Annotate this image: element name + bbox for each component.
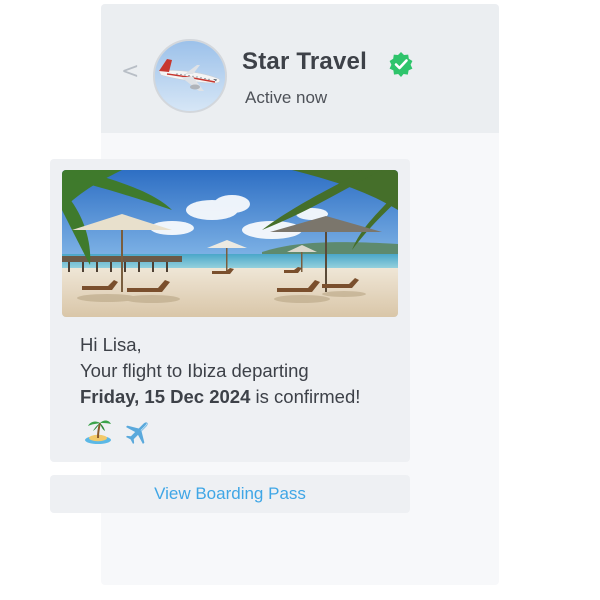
view-boarding-pass-button[interactable]: View Boarding Pass — [50, 475, 410, 513]
island-emoji-icon — [85, 420, 111, 444]
beach-photo[interactable] — [62, 170, 398, 317]
airplane-emoji-icon — [125, 422, 148, 445]
greeting-text: Hi Lisa, — [80, 334, 142, 355]
chevron-left-icon[interactable]: < — [121, 60, 139, 84]
airplane-icon — [155, 41, 225, 111]
message-text: Hi Lisa, Your flight to Ibiza departing … — [80, 332, 400, 410]
avatar[interactable] — [153, 39, 227, 113]
chat-header: < Star Travel Active now — [101, 4, 499, 133]
confirmed-text: is confirmed! — [250, 386, 361, 407]
departure-date: Friday, 15 Dec 2024 — [80, 386, 251, 407]
verified-check-icon — [389, 52, 413, 77]
emoji-row — [83, 417, 153, 449]
flight-text: Your flight to Ibiza departing — [80, 360, 309, 381]
beach-image — [62, 170, 398, 317]
message-bubble: Hi Lisa, Your flight to Ibiza departing … — [50, 159, 410, 462]
contact-name: Star Travel — [242, 48, 367, 75]
presence-status: Active now — [245, 88, 328, 107]
confirmation-text: Friday, 15 Dec 2024 is confirmed! — [80, 384, 400, 410]
